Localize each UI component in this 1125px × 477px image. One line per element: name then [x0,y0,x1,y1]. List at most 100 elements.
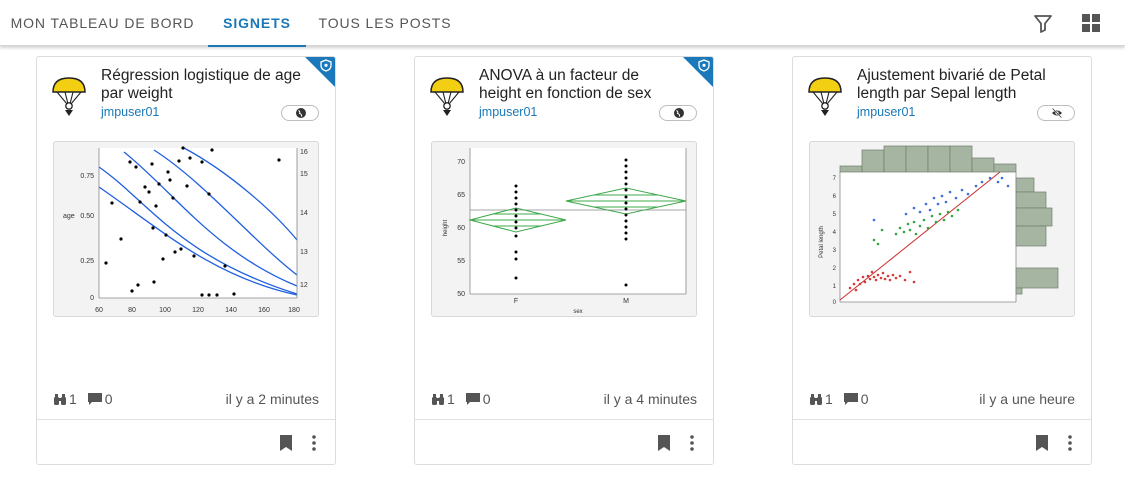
y-tick: 6 [833,194,837,200]
parachute-avatar-icon [51,75,87,117]
bookmark-icon [658,435,670,451]
y-tick: 0 [90,295,94,302]
x-tick: 120 [192,307,204,314]
y-axis-label: height [443,219,449,236]
eye-off-icon [1052,108,1062,118]
logistic-regression-chart: 0 0.25 0.50 0.75 age 60 80 100 120 140 1… [63,146,308,314]
anova-chart: 50 55 60 65 70 F M sex height [443,148,687,315]
divider [415,419,713,420]
x-tick: F [514,298,518,305]
more-options-button[interactable] [1061,433,1079,453]
binoculars-icon [810,394,822,405]
y-tick: 4 [833,230,837,236]
y-tick: 5 [833,212,837,218]
x-tick: 100 [159,307,171,314]
views-stat: 1 [53,391,77,407]
comments-count: 0 [104,391,113,407]
x-tick: 140 [225,307,237,314]
y-axis-label: age [63,213,75,220]
x-tick: M [623,298,629,305]
y-axis-label: Petal length [819,226,825,258]
more-vert-icon [1068,435,1072,451]
comment-icon [465,393,480,405]
top-histogram [839,145,1017,173]
tab-bookmarks[interactable]: SIGNETS [208,0,306,47]
comment-icon [843,393,858,405]
y-tick: 3 [833,248,837,254]
tab-dashboard[interactable]: MON TABLEAU DE BORD [0,0,205,46]
post-stats: 1 0 [431,391,496,409]
bookmark-button[interactable] [277,433,295,453]
y2-tick: 12 [300,282,308,289]
y-tick: 0 [833,300,837,306]
bivariate-fit-chart: 0 1 2 3 4 5 6 7 Petal length [819,145,1059,306]
author-link[interactable]: jmpuser01 [101,105,159,119]
post-card[interactable]: Ajustement bivarié de Petal length par S… [792,56,1092,465]
views-count: 1 [69,391,77,407]
tab-all-posts[interactable]: TOUS LES POSTS [308,0,462,46]
post-card[interactable]: ANOVA à un facteur de height en fonction… [414,56,714,465]
views-stat: 1 [809,391,833,407]
post-timestamp: il y a une heure [979,391,1075,407]
comments-count: 0 [860,391,869,407]
shield-icon [320,59,332,77]
bookmark-icon [1036,435,1048,451]
post-title[interactable]: Ajustement bivarié de Petal length par S… [857,67,1057,103]
post-card[interactable]: Régression logistique de age par weight … [36,56,336,465]
y-tick: 55 [457,258,465,265]
y2-tick: 16 [300,149,308,156]
post-title[interactable]: ANOVA à un facteur de height en fonction… [479,67,679,103]
visibility-badge[interactable] [659,105,697,121]
more-options-button[interactable] [683,433,701,453]
post-stats: 1 0 [53,391,118,409]
visibility-badge[interactable] [281,105,319,121]
post-stats: 1 0 [809,391,874,409]
y-tick: 0.50 [80,213,94,220]
divider [793,419,1091,420]
x-axis-label: sex [573,309,582,315]
y-tick: 0.25 [80,258,94,265]
y2-tick: 13 [300,249,308,256]
comment-icon [87,393,102,405]
comments-stat: 0 [87,391,113,407]
comments-count: 0 [482,391,491,407]
post-title[interactable]: Régression logistique de age par weight [101,67,301,103]
grid-view-icon[interactable] [1079,11,1103,35]
y-tick: 65 [457,192,465,199]
bookmark-button[interactable] [1033,433,1051,453]
chart-thumbnail[interactable]: 50 55 60 65 70 F M sex height [431,141,697,317]
visibility-badge[interactable] [1037,105,1075,121]
more-options-button[interactable] [305,433,323,453]
y-tick: 7 [833,176,837,182]
author-link[interactable]: jmpuser01 [857,105,915,119]
y-tick: 1 [833,284,837,290]
y-tick: 2 [833,266,837,272]
views-stat: 1 [431,391,455,407]
chart-thumbnail[interactable]: 0 0.25 0.50 0.75 age 60 80 100 120 140 1… [53,141,319,317]
globe-icon [296,108,306,118]
views-count: 1 [825,391,833,407]
bookmark-button[interactable] [655,433,673,453]
right-histogram [1015,177,1059,295]
x-tick: 80 [128,307,136,314]
comments-stat: 0 [843,391,869,407]
x-tick: 180 [288,307,300,314]
x-tick: 160 [258,307,270,314]
y-tick: 70 [457,159,465,166]
chart-thumbnail[interactable]: 0 1 2 3 4 5 6 7 Petal length [809,141,1075,317]
top-navigation-bar: MON TABLEAU DE BORD SIGNETS TOUS LES POS… [0,0,1125,47]
binoculars-icon [54,394,66,405]
comments-stat: 0 [465,391,491,407]
more-vert-icon [312,435,316,451]
parachute-avatar-icon [807,75,843,117]
parachute-avatar-icon [429,75,465,117]
y2-tick: 15 [300,171,308,178]
binoculars-icon [432,394,444,405]
author-link[interactable]: jmpuser01 [479,105,537,119]
views-count: 1 [447,391,455,407]
globe-icon [674,108,684,118]
filter-icon[interactable] [1031,11,1055,35]
x-tick: 60 [95,307,103,314]
more-vert-icon [690,435,694,451]
bookmark-icon [280,435,292,451]
